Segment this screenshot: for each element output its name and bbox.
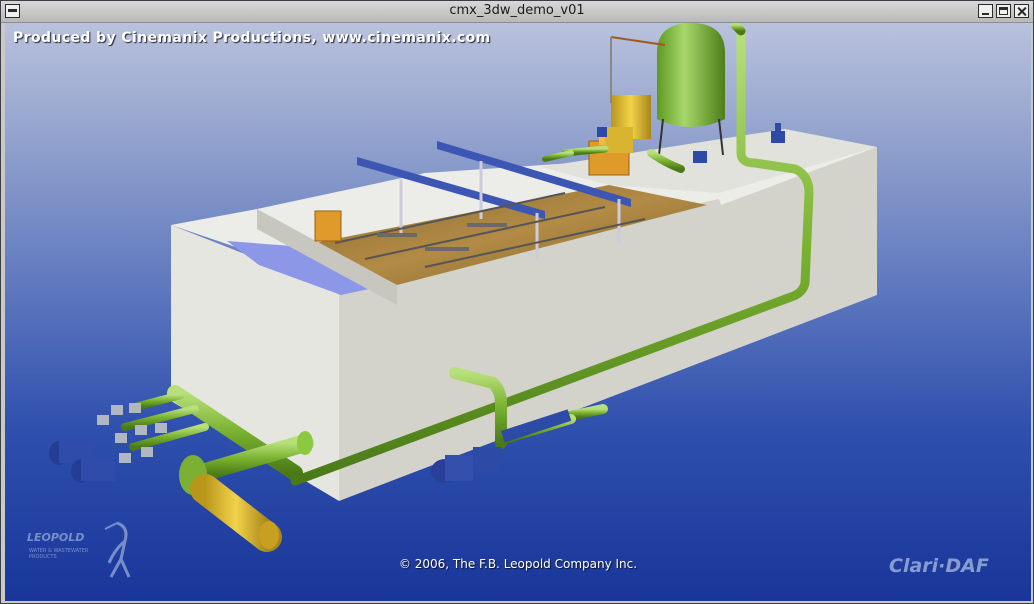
pressure-vessel xyxy=(657,23,725,127)
tank-model xyxy=(49,23,877,552)
close-icon[interactable] xyxy=(1014,4,1029,18)
leopold-tagline: WATER & WASTEWATER PRODUCTS xyxy=(29,548,89,560)
production-credit: Produced by Cinemanix Productions, www.c… xyxy=(13,30,491,46)
minimize-icon[interactable] xyxy=(978,4,993,18)
leopold-logo: LEOPOLD WATER & WASTEWATER PRODUCTS xyxy=(25,519,145,583)
title-bar[interactable]: cmx_3dw_demo_v01 xyxy=(1,1,1033,23)
window-title: cmx_3dw_demo_v01 xyxy=(449,3,585,18)
3d-viewport[interactable]: Produced by Cinemanix Productions, www.c… xyxy=(5,23,1031,601)
leopold-wordmark: LEOPOLD xyxy=(27,531,85,544)
claridaf-logo: Clari·DAF xyxy=(889,555,989,577)
outlet-pipe xyxy=(190,474,282,552)
drive-box xyxy=(314,210,342,242)
application-window: cmx_3dw_demo_v01 Produced by Cinemanix P… xyxy=(0,0,1034,604)
copyright-text: © 2006, The F.B. Leopold Company Inc. xyxy=(398,557,638,571)
maximize-icon[interactable] xyxy=(996,4,1011,18)
